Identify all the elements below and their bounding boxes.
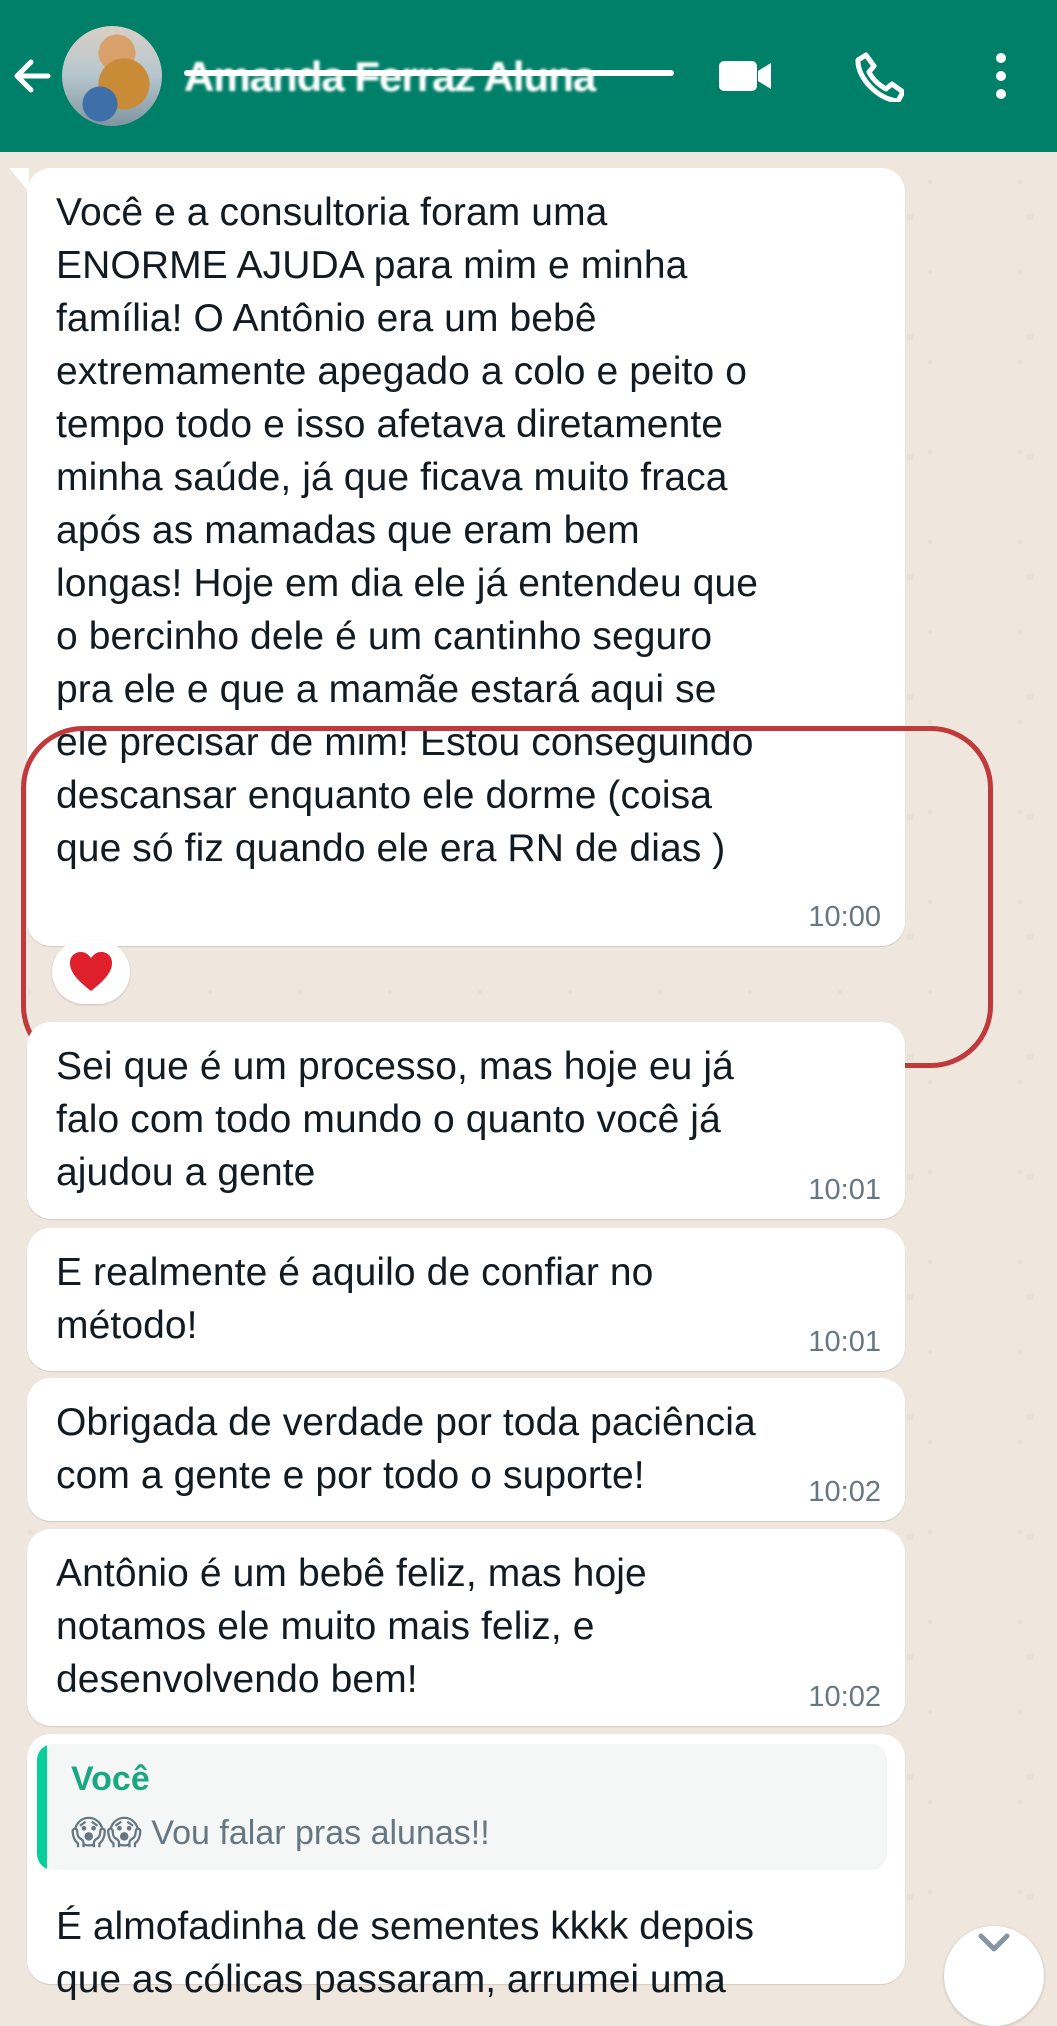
chat-header: Amanda Ferraz Aluna	[0, 0, 1057, 152]
message-time: 10:02	[808, 1476, 881, 1508]
scroll-down-button[interactable]	[944, 1926, 1044, 2026]
message-bubble[interactable]: Você e a consultoria foram uma ENORME AJ…	[9, 168, 993, 1068]
message-text: Você e a consultoria foram uma ENORME AJ…	[56, 191, 759, 870]
message-time: 10:00	[808, 901, 881, 933]
quoted-author: Você	[71, 1760, 150, 1798]
phone-call-icon	[855, 52, 904, 102]
message-text: Sei que é um processo, mas hoje eu já fa…	[56, 1045, 734, 1194]
quoted-text: Vou falar pras alunas!!	[151, 1814, 490, 1852]
name-redaction-line	[184, 70, 674, 76]
contact-name[interactable]: Amanda Ferraz Aluna	[184, 48, 674, 106]
more-options-button[interactable]	[965, 40, 1037, 112]
message-text: É almofadinha de sementes kkkk depois qu…	[56, 1905, 755, 2001]
back-button[interactable]	[0, 40, 64, 112]
heart-icon	[70, 952, 112, 991]
quoted-reply[interactable]: Você 😱😱 Vou falar pras alunas!!	[37, 1744, 887, 1870]
message-time: 10:02	[808, 1681, 881, 1713]
message-bubble[interactable]: Sei que é um processo, mas hoje eu já fa…	[27, 1022, 905, 1219]
message-text: E realmente é aquilo de confiar no métod…	[56, 1251, 654, 1347]
message-text: Antônio é um bebê feliz, mas hoje notamo…	[56, 1552, 647, 1701]
voice-call-button[interactable]	[842, 40, 914, 112]
message-time: 10:01	[808, 1174, 881, 1206]
message-time: 10:01	[808, 1326, 881, 1358]
quoted-emoji: 😱😱	[71, 1814, 142, 1852]
video-call-button[interactable]	[710, 40, 782, 112]
back-arrow-icon	[14, 59, 51, 93]
message-bubble[interactable]: Você 😱😱 Vou falar pras alunas!! É almofa…	[27, 1734, 905, 2001]
message-bubble[interactable]: Antônio é um bebê feliz, mas hoje notamo…	[27, 1529, 905, 1726]
contact-avatar[interactable]	[62, 26, 162, 126]
chevron-down-icon	[978, 1933, 1010, 1952]
quoted-message: 😱😱 Vou falar pras alunas!!	[71, 1812, 490, 1854]
message-bubble[interactable]: Obrigada de verdade por toda paciência c…	[27, 1378, 905, 1521]
message-bubble[interactable]: E realmente é aquilo de confiar no métod…	[27, 1228, 905, 1371]
video-call-icon	[719, 61, 771, 91]
reaction-heart[interactable]	[52, 940, 130, 1004]
message-text: Obrigada de verdade por toda paciência c…	[56, 1401, 756, 1497]
quote-accent-bar	[37, 1744, 47, 1870]
more-options-icon	[996, 53, 1006, 99]
